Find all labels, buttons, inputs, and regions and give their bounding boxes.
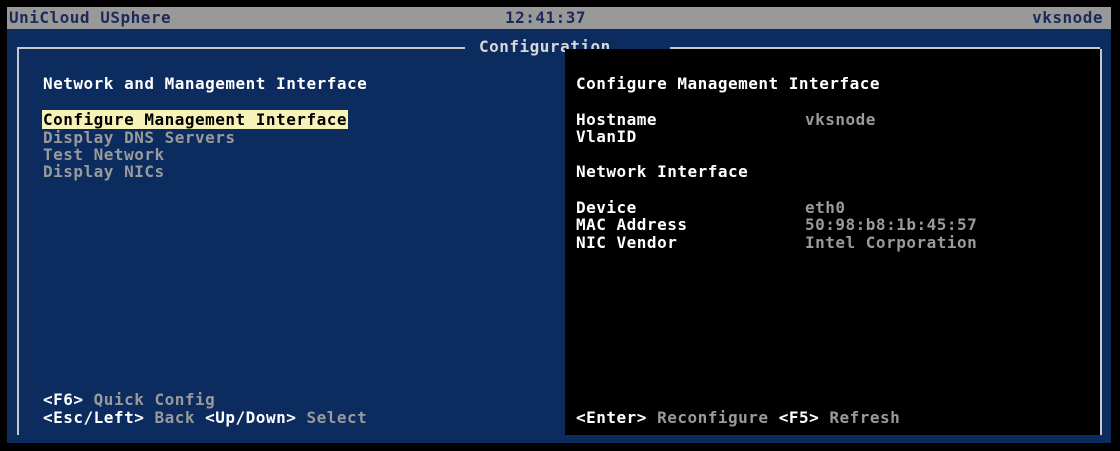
product-name: UniCloud USphere <box>9 8 172 27</box>
vlanid-label: VlanID <box>576 127 637 146</box>
f6-key: <F6> <box>43 390 84 409</box>
mac-address-label: MAC Address <box>576 215 688 234</box>
navigation-hints: <Esc/Left> Back <Up/Down> Select <box>43 409 367 427</box>
nic-vendor-value: Intel Corporation <box>805 233 978 252</box>
quick-config-hint[interactable]: <F6> Quick Config <box>43 391 215 409</box>
f5-key: <F5> <box>778 408 820 427</box>
right-pane: Configure Management Interface Hostname … <box>565 49 1102 435</box>
back-key: <Esc/Left> <box>43 408 145 427</box>
action-hints: <Enter> Reconfigure <F5> Refresh <box>576 409 900 427</box>
enter-key: <Enter> <box>576 408 647 427</box>
back-label: Back <box>154 408 195 427</box>
nic-vendor-label: NIC Vendor <box>576 233 678 252</box>
hostname-value: vksnode <box>805 110 876 129</box>
quick-config-label: Quick Config <box>93 390 216 409</box>
host-name: vksnode <box>1032 8 1103 27</box>
network-interface-heading: Network Interface <box>576 162 749 181</box>
console-screen: UniCloud USphere 12:41:37 vksnode Config… <box>7 7 1111 443</box>
left-section-title: Network and Management Interface <box>43 74 368 93</box>
refresh-label: Refresh <box>829 408 901 427</box>
title-bar: UniCloud USphere 12:41:37 vksnode <box>7 7 1111 29</box>
up-down-key: <Up/Down> <box>205 408 297 427</box>
menu-item-configure-management-interface[interactable]: Configure Management Interface <box>42 110 348 129</box>
clock: 12:41:37 <box>505 8 587 27</box>
menu-item-label: Configure Management Interface <box>42 110 348 129</box>
menu-item-display-nics[interactable]: Display NICs <box>43 163 165 181</box>
left-pane: Network and Management Interface Configu… <box>17 49 567 435</box>
mac-address-value: 50:98:b8:1b:45:57 <box>805 215 978 234</box>
reconfigure-label: Reconfigure <box>657 408 769 427</box>
right-section-title: Configure Management Interface <box>576 74 880 93</box>
select-label: Select <box>306 408 368 427</box>
